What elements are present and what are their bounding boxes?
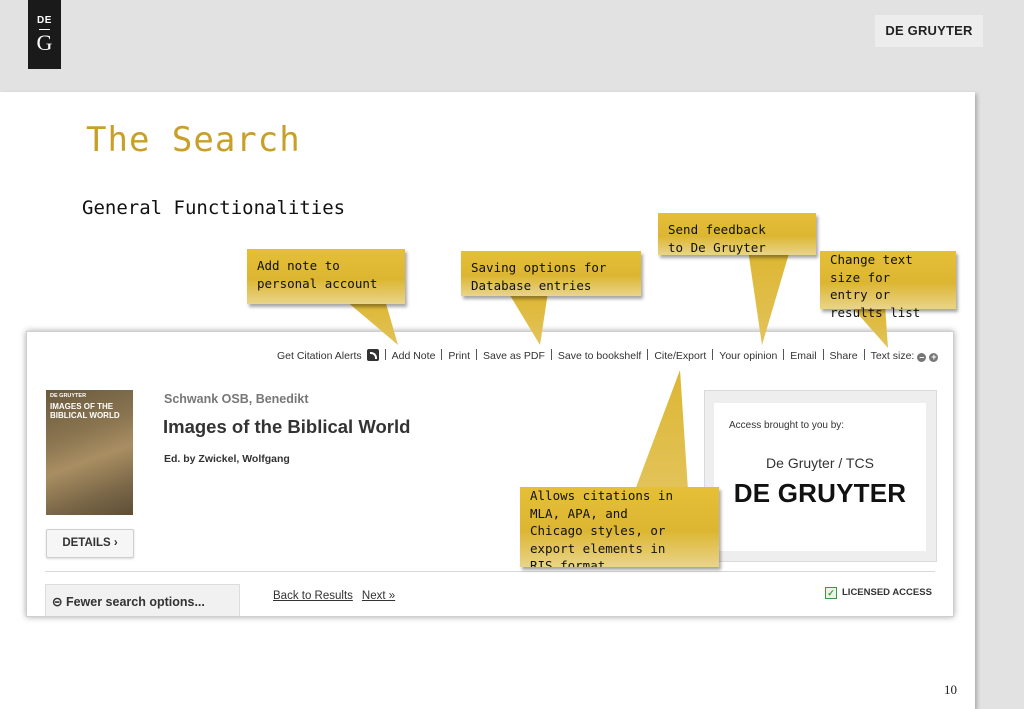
callout-saving-options: Saving options for Database entries — [461, 251, 641, 296]
saving-pointer — [508, 292, 548, 345]
callout-citations: Allows citations in MLA, APA, and Chicag… — [520, 487, 719, 567]
callout-text-size: Change text size for entry or results li… — [820, 251, 956, 320]
feedback-pointer — [748, 250, 790, 345]
callout-send-feedback: Send feedback to De Gruyter — [658, 213, 816, 255]
callout-pointers — [345, 250, 888, 490]
callout-add-note: Add note to personal account — [247, 249, 405, 304]
citations-pointer — [635, 370, 688, 490]
add-note-pointer — [345, 300, 398, 345]
